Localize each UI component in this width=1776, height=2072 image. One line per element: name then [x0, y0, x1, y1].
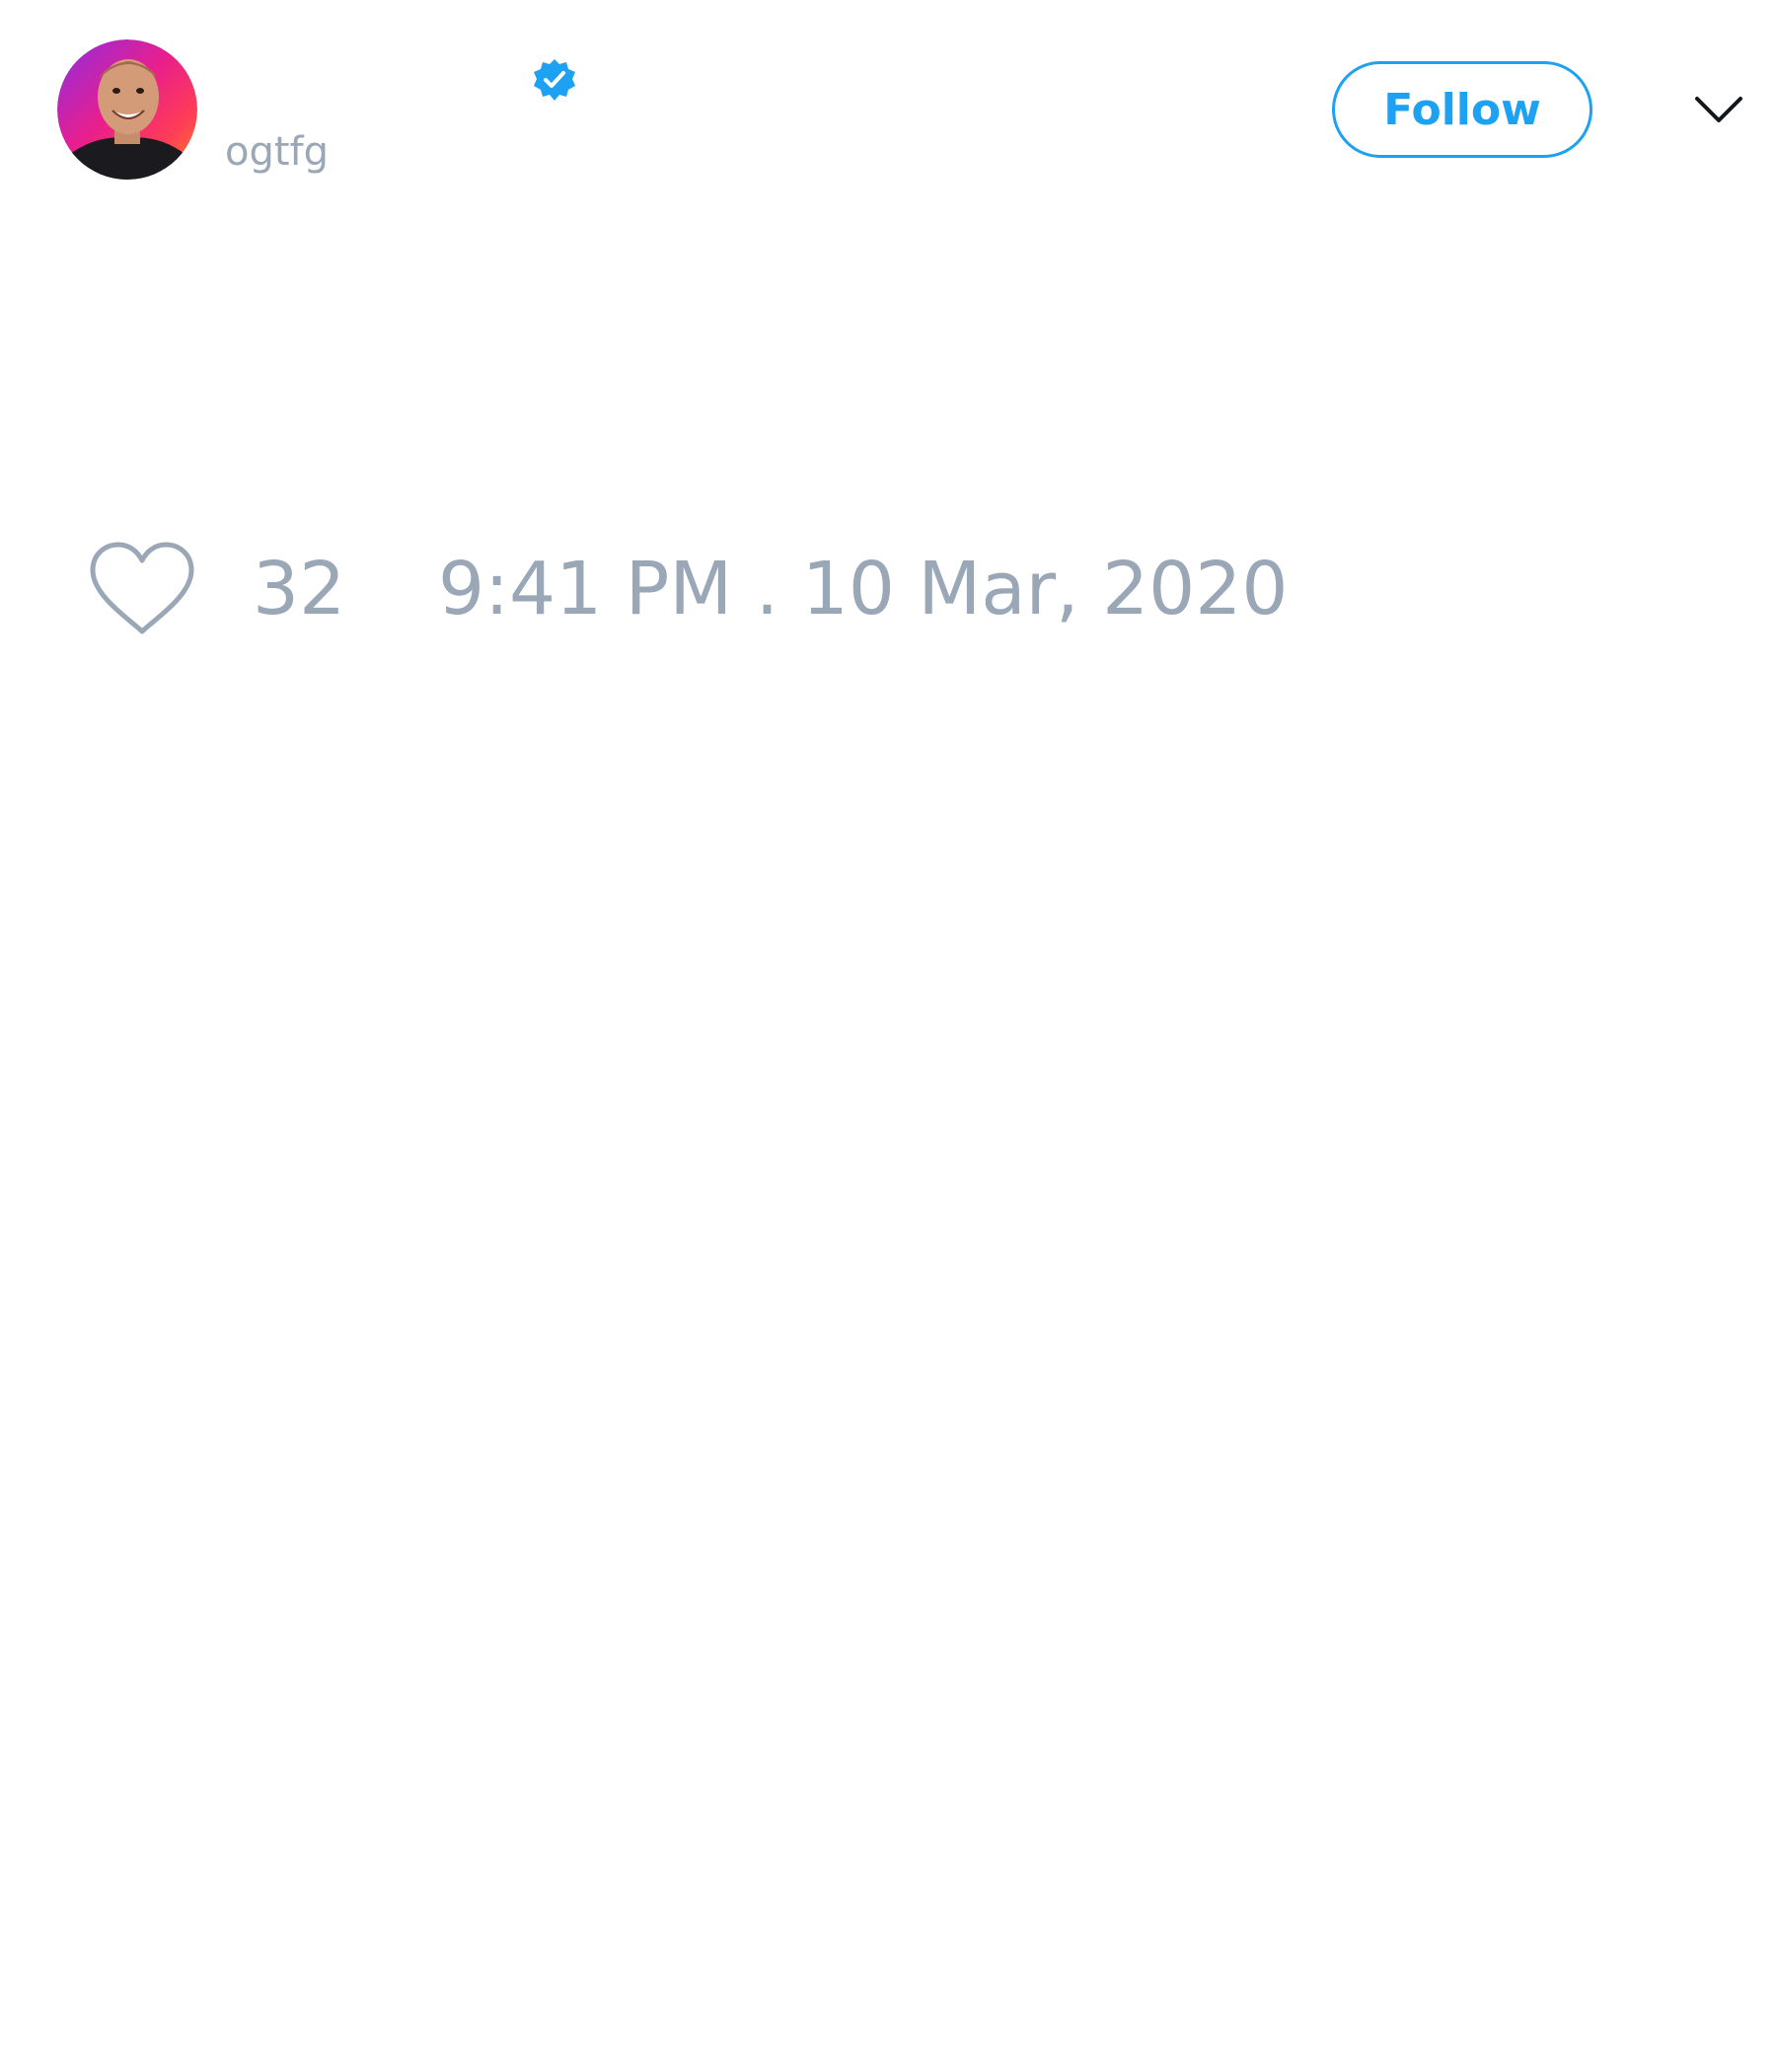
- like-button[interactable]: [87, 541, 197, 637]
- heart-outline-icon: [90, 542, 194, 634]
- tweet-actions-row: 32 9:41 PM . 10 Mar, 2020: [87, 541, 1468, 639]
- more-options-button[interactable]: [1687, 85, 1750, 134]
- avatar-image: [57, 39, 197, 180]
- chevron-down-icon: [1695, 97, 1742, 122]
- tweet-card: ogtfg Follow 32 9:41 PM . 10 Mar, 2020: [0, 0, 1776, 2072]
- like-count: 32: [253, 547, 346, 631]
- tweet-timestamp[interactable]: 9:41 PM . 10 Mar, 2020: [438, 545, 1288, 633]
- author-handle[interactable]: ogtfg: [225, 126, 329, 178]
- follow-button[interactable]: Follow: [1332, 61, 1592, 158]
- verified-badge-icon: [531, 57, 578, 105]
- user-avatar[interactable]: [57, 39, 197, 180]
